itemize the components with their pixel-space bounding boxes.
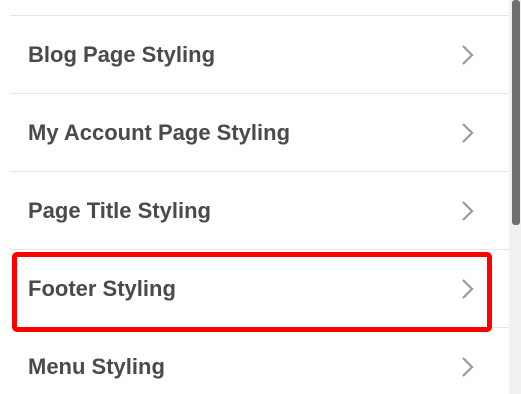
chevron-right-icon (462, 122, 474, 143)
scrollbar-thumb[interactable] (512, 0, 520, 225)
chevron-right-icon (462, 356, 474, 377)
menu-item-my-account-page-styling[interactable]: My Account Page Styling (10, 93, 509, 171)
menu-item-page-title-styling[interactable]: Page Title Styling (10, 171, 509, 249)
chevron-right-icon (462, 200, 474, 221)
menu-item-label: Footer Styling (28, 275, 176, 301)
menu-item-menu-styling[interactable]: Menu Styling (10, 327, 509, 394)
styling-menu: Blog Page Styling My Account Page Stylin… (10, 0, 509, 394)
menu-item-label: Menu Styling (28, 353, 165, 379)
menu-item-label: Page Title Styling (28, 197, 211, 223)
menu-item-label: Blog Page Styling (28, 41, 216, 67)
menu-item-footer-styling[interactable]: Footer Styling (10, 249, 509, 327)
menu-item-label: My Account Page Styling (28, 119, 291, 145)
chevron-right-icon (462, 278, 474, 299)
settings-screen: Blog Page Styling My Account Page Stylin… (0, 0, 521, 394)
chevron-right-icon (462, 44, 474, 65)
menu-item-blog-page-styling[interactable]: Blog Page Styling (10, 15, 509, 93)
